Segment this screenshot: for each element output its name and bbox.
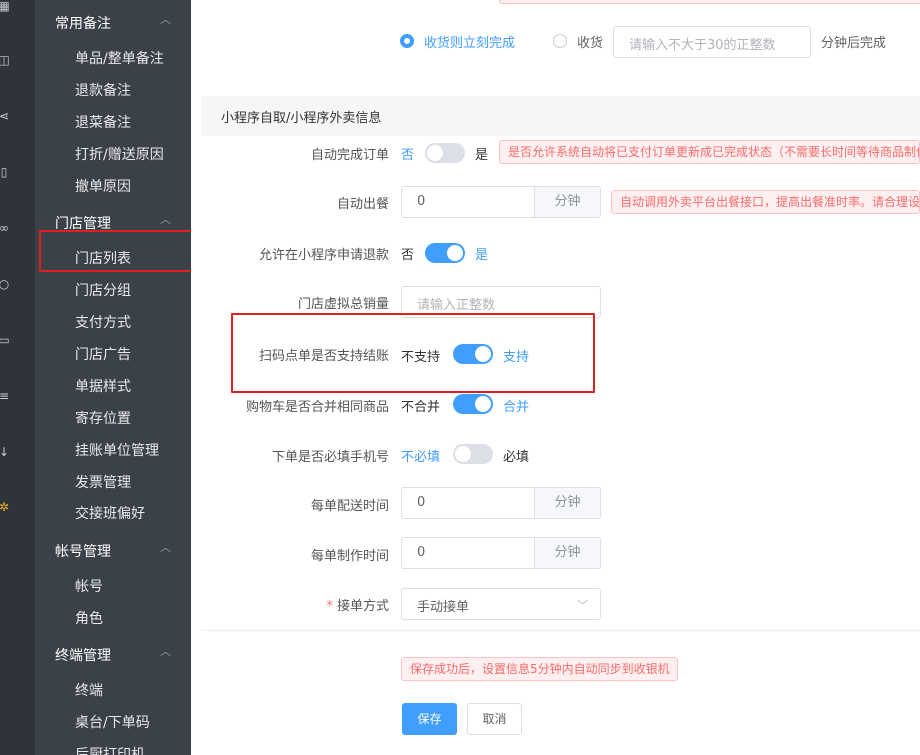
sidebar-item-store-group[interactable]: 门店分组 <box>35 275 191 303</box>
auto-serve-label: 自动出餐 <box>336 197 389 212</box>
allow-refund-off-text: 否 <box>401 248 415 263</box>
minutes-suffix: 分钟后完成 <box>821 36 887 51</box>
bike-icon[interactable]: ∞ <box>0 221 11 235</box>
radio-complete-after-minutes-label: 收货 <box>577 36 604 51</box>
merge-cart-switch[interactable] <box>453 394 493 414</box>
auto-serve-unit: 分钟 <box>534 187 600 217</box>
merge-cart-label: 购物车是否合并相同商品 <box>245 400 389 415</box>
virtual-sales-label: 门店虚拟总销量 <box>297 297 389 312</box>
sidebar-item-table-code[interactable]: 桌台/下单码 <box>35 707 191 735</box>
complete-minutes-input[interactable]: 请输入不大于30的正整数 <box>613 26 811 58</box>
chevron-up-icon: ︿ <box>160 13 171 26</box>
top-tip-box <box>499 0 920 4</box>
radio-complete-after-minutes[interactable] <box>553 34 567 48</box>
sidebar-item-payment-method[interactable]: 支付方式 <box>35 307 191 335</box>
radio-complete-on-receipt-label: 收货则立刻完成 <box>424 36 516 51</box>
complete-minutes-placeholder: 请输入不大于30的正整数 <box>629 38 776 53</box>
auto-complete-switch[interactable] <box>425 143 465 163</box>
require-phone-switch[interactable] <box>453 444 493 464</box>
sidebar-item-credit-unit[interactable]: 挂账单位管理 <box>35 435 191 463</box>
sidebar-item-role[interactable]: 角色 <box>35 603 191 631</box>
chevron-down-icon: ﹀ <box>577 599 588 612</box>
require-phone-off-text: 不必填 <box>401 450 441 465</box>
sidebar-item-store-ads[interactable]: 门店广告 <box>35 339 191 367</box>
auto-serve-tip: 自动调用外卖平台出餐接口，提高出餐准时率。请合理设 <box>611 190 920 214</box>
sidebar-group-label: 常用备注 <box>55 16 111 32</box>
cancel-button[interactable]: 取消 <box>467 703 522 735</box>
accept-mode-value: 手动接单 <box>417 600 470 615</box>
calendar-icon[interactable]: ▦ <box>0 0 11 13</box>
sidebar: 常用备注 ︿ 单品/整单备注 退款备注 退菜备注 打折/赠送原因 撤单原因 门店… <box>35 0 191 755</box>
virtual-sales-placeholder: 请输入正整数 <box>417 298 496 313</box>
auto-complete-label: 自动完成订单 <box>310 148 389 163</box>
sidebar-item-discount-reason[interactable]: 打折/赠送原因 <box>35 139 191 167</box>
delivery-time-input[interactable]: 0 分钟 <box>401 487 601 519</box>
sidebar-item-item-note[interactable]: 单品/整单备注 <box>35 43 191 71</box>
make-time-input[interactable]: 0 分钟 <box>401 537 601 569</box>
share-icon[interactable]: ⋖ <box>0 109 11 123</box>
make-time-value: 0 <box>417 545 426 560</box>
bag-icon[interactable]: ◫ <box>0 53 11 67</box>
auto-complete-off-text: 否 <box>401 148 415 163</box>
chevron-up-icon: ︿ <box>160 645 171 658</box>
sidebar-item-terminal[interactable]: 终端 <box>35 675 191 703</box>
download-icon[interactable]: ↓ <box>0 445 11 459</box>
main-content: 收货则立刻完成 收货 请输入不大于30的正整数 分钟后完成 小程序自取/小程序外… <box>191 0 920 755</box>
auto-complete-tip: 是否允许系统自动将已支付订单更新成已完成状态（不需要长时间等待商品制作 <box>499 140 920 164</box>
chevron-up-icon: ︿ <box>160 213 171 226</box>
auto-serve-input[interactable]: 0 分钟 <box>401 186 601 218</box>
delivery-time-value: 0 <box>417 495 426 510</box>
sidebar-item-storage-location[interactable]: 寄存位置 <box>35 403 191 431</box>
sidebar-item-cancel-reason[interactable]: 撤单原因 <box>35 171 191 199</box>
make-time-label: 每单制作时间 <box>310 549 389 564</box>
sidebar-group-account-management[interactable]: 帐号管理 ︿ <box>35 536 191 564</box>
merge-cart-off-text: 不合并 <box>401 400 441 415</box>
allow-refund-on-text: 是 <box>475 248 489 263</box>
required-mark: * <box>326 599 333 614</box>
sidebar-item-return-dish-note[interactable]: 退菜备注 <box>35 107 191 135</box>
sidebar-item-refund-note[interactable]: 退款备注 <box>35 75 191 103</box>
accept-mode-select[interactable]: 手动接单 ﹀ <box>401 588 601 620</box>
delivery-time-unit: 分钟 <box>534 488 600 518</box>
user-icon[interactable]: ○ <box>0 277 11 291</box>
truck-icon[interactable]: ▭ <box>0 333 11 347</box>
section-header: 小程序自取/小程序外卖信息 <box>201 96 920 136</box>
make-time-unit: 分钟 <box>534 538 600 568</box>
sidebar-item-kitchen-printer[interactable]: 后厨打印机 <box>35 739 191 755</box>
gear-icon[interactable]: ✲ <box>0 500 11 514</box>
radio-complete-on-receipt[interactable] <box>400 34 414 48</box>
allow-refund-label: 允许在小程序申请退款 <box>258 248 389 263</box>
sidebar-group-terminal-management[interactable]: 终端管理 ︿ <box>35 640 191 668</box>
highlight-box-sidebar <box>39 230 198 272</box>
allow-refund-switch[interactable] <box>425 243 465 263</box>
sidebar-item-invoice[interactable]: 发票管理 <box>35 467 191 495</box>
auto-serve-value: 0 <box>417 194 426 209</box>
require-phone-label: 下单是否必填手机号 <box>271 450 389 465</box>
highlight-box-scan-checkout <box>231 313 595 393</box>
auto-complete-on-text: 是 <box>475 148 489 163</box>
divider <box>201 630 920 631</box>
delivery-time-label: 每单配送时间 <box>310 499 389 514</box>
icon-rail: ▦ ◫ ⋖ ▯ ∞ ○ ▭ ≡ ↓ ✲ <box>0 0 35 755</box>
merge-cart-on-text: 合并 <box>503 400 530 415</box>
sidebar-group-label: 帐号管理 <box>55 544 111 560</box>
section-title: 小程序自取/小程序外卖信息 <box>221 111 382 126</box>
require-phone-on-text: 必填 <box>503 450 530 465</box>
sidebar-group-label: 终端管理 <box>55 648 111 664</box>
database-icon[interactable]: ≡ <box>0 389 11 403</box>
sidebar-item-receipt-style[interactable]: 单据样式 <box>35 371 191 399</box>
sidebar-item-account[interactable]: 帐号 <box>35 571 191 599</box>
save-button[interactable]: 保存 <box>402 703 457 735</box>
accept-mode-label: * 接单方式 <box>326 599 389 614</box>
sidebar-group-common-notes[interactable]: 常用备注 ︿ <box>35 8 191 36</box>
tablet-icon[interactable]: ▯ <box>0 165 11 179</box>
save-notice: 保存成功后，设置信息5分钟内自动同步到收银机 <box>401 657 678 681</box>
sidebar-item-shift-preference[interactable]: 交接班偏好 <box>35 498 191 526</box>
chevron-up-icon: ︿ <box>160 541 171 554</box>
